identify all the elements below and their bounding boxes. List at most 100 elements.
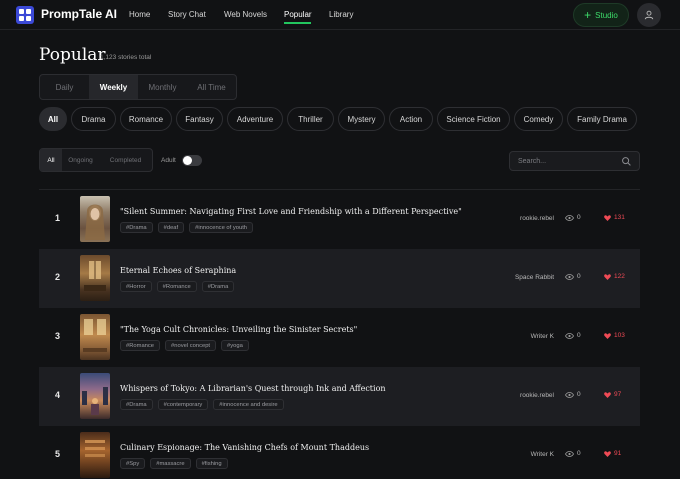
genre-chip-romance[interactable]: Romance	[120, 107, 172, 131]
period-tab-all-time[interactable]: All Time	[187, 75, 236, 99]
story-views: 0	[565, 450, 581, 457]
status-tab-ongoing[interactable]: Ongoing	[62, 149, 99, 171]
genre-chip-family-drama[interactable]: Family Drama	[567, 107, 637, 131]
story-title[interactable]: "The Yoga Cult Chronicles: Unveiling the…	[120, 325, 357, 334]
likes-count: 131	[614, 214, 625, 221]
story-author[interactable]: Writer K	[531, 333, 554, 340]
story-tag[interactable]: #Drama	[201, 281, 235, 292]
status-tab-completed[interactable]: Completed	[99, 149, 152, 171]
eye-icon	[565, 214, 574, 221]
search-icon[interactable]	[621, 156, 632, 167]
story-cover-image[interactable]	[80, 373, 110, 419]
search-input[interactable]: Search...	[509, 151, 640, 171]
story-tags: #Drama #contemporary #innocence and desi…	[120, 399, 284, 410]
genre-chip-adventure[interactable]: Adventure	[227, 107, 283, 131]
search-placeholder: Search...	[518, 158, 547, 165]
story-tag[interactable]: #Romance	[156, 281, 197, 292]
story-cover-image[interactable]	[80, 255, 110, 301]
story-tags: #Spy #massacre #fishing	[120, 458, 228, 469]
story-rank: 2	[55, 272, 61, 282]
story-title[interactable]: "Silent Summer: Navigating First Love an…	[120, 207, 462, 216]
nav-web-novels[interactable]: Web Novels	[224, 10, 267, 19]
period-tab-weekly[interactable]: Weekly	[89, 75, 138, 99]
eye-icon	[565, 450, 574, 457]
story-rank: 1	[55, 213, 61, 223]
nav-popular[interactable]: Popular	[284, 10, 312, 19]
story-cover-image[interactable]	[80, 314, 110, 360]
likes-count: 91	[614, 450, 622, 457]
status-tab-all[interactable]: All	[40, 149, 62, 171]
genre-chip-thriller[interactable]: Thriller	[287, 107, 334, 131]
story-likes: 122	[604, 273, 625, 280]
story-views: 0	[565, 332, 581, 339]
story-tag[interactable]: #Spy	[120, 458, 146, 469]
story-rank: 5	[55, 449, 61, 459]
eye-icon	[565, 391, 574, 398]
story-row[interactable]: 3 "The Yoga Cult Chronicles: Unveiling t…	[39, 308, 640, 367]
heart-icon	[604, 391, 611, 398]
views-count: 0	[577, 214, 581, 221]
views-count: 0	[577, 273, 581, 280]
page-title: Popular	[39, 45, 106, 65]
views-count: 0	[577, 391, 581, 398]
active-nav-indicator	[284, 22, 311, 24]
story-tag[interactable]: #Horror	[120, 281, 152, 292]
story-rank: 4	[55, 390, 61, 400]
genre-chip-drama[interactable]: Drama	[71, 107, 116, 131]
heart-icon	[604, 214, 611, 221]
story-row[interactable]: 4 Whispers of Tokyo: A Librarian's Quest…	[39, 367, 640, 426]
story-cover-image[interactable]	[80, 196, 110, 242]
story-tag[interactable]: #Drama	[120, 222, 153, 233]
story-title[interactable]: Eternal Echoes of Seraphina	[120, 266, 236, 275]
promptale-logo-icon[interactable]	[16, 6, 34, 24]
studio-button[interactable]: + Studio	[573, 3, 629, 27]
likes-count: 97	[614, 391, 622, 398]
story-tag[interactable]: #Drama	[120, 399, 153, 410]
eye-icon	[565, 273, 574, 280]
genre-chip-mystery[interactable]: Mystery	[338, 107, 385, 131]
story-author[interactable]: rookie.rebel	[520, 215, 554, 222]
story-title[interactable]: Culinary Espionage: The Vanishing Chefs …	[120, 443, 369, 452]
period-tab-monthly[interactable]: Monthly	[138, 75, 187, 99]
genre-chip-action[interactable]: Action	[389, 107, 433, 131]
story-author[interactable]: rookie.rebel	[520, 392, 554, 399]
top-navigation-bar: PrompTale AI Home Story Chat Web Novels …	[0, 0, 680, 30]
story-tag[interactable]: #deaf	[157, 222, 185, 233]
story-row[interactable]: 1 "Silent Summer: Navigating First Love …	[39, 190, 640, 249]
genre-chip-science-fiction[interactable]: Science Fiction	[437, 107, 510, 131]
story-likes: 103	[604, 332, 625, 339]
period-tab-daily[interactable]: Daily	[40, 75, 89, 99]
brand-name[interactable]: PrompTale AI	[41, 7, 117, 21]
genre-chip-all[interactable]: All	[39, 107, 67, 131]
story-tag[interactable]: #massacre	[150, 458, 191, 469]
story-tags: #Horror #Romance #Drama	[120, 281, 235, 292]
story-tag[interactable]: #novel concept	[165, 340, 217, 351]
story-author[interactable]: Space Rabbit	[515, 274, 554, 281]
story-tag[interactable]: #innocence and desire	[213, 399, 284, 410]
story-tag[interactable]: #Romance	[120, 340, 161, 351]
story-title[interactable]: Whispers of Tokyo: A Librarian's Quest t…	[120, 384, 386, 393]
story-author[interactable]: Writer K	[531, 451, 554, 458]
user-avatar-button[interactable]	[637, 3, 661, 27]
story-tag[interactable]: #fishing	[195, 458, 228, 469]
story-tags: #Drama #deaf #innocence of youth	[120, 222, 254, 233]
story-row[interactable]: 5 Culinary Espionage: The Vanishing Chef…	[39, 426, 640, 479]
genre-chip-fantasy[interactable]: Fantasy	[176, 107, 223, 131]
plus-icon: +	[584, 8, 592, 22]
nav-story-chat[interactable]: Story Chat	[168, 10, 206, 19]
story-tag[interactable]: #contemporary	[157, 399, 209, 410]
views-count: 0	[577, 332, 581, 339]
adult-content-toggle[interactable]	[182, 155, 202, 166]
likes-count: 122	[614, 273, 625, 280]
nav-library[interactable]: Library	[329, 10, 353, 19]
genre-chip-comedy[interactable]: Comedy	[514, 107, 563, 131]
story-row[interactable]: 2 Eternal Echoes of Seraphina #Horror #R…	[39, 249, 640, 308]
story-cover-image[interactable]	[80, 432, 110, 478]
story-tag[interactable]: #innocence of youth	[189, 222, 254, 233]
status-filter-tabs: All Ongoing Completed	[39, 148, 153, 172]
nav-home[interactable]: Home	[129, 10, 150, 19]
heart-icon	[604, 450, 611, 457]
story-rank: 3	[55, 331, 61, 341]
story-likes: 91	[604, 450, 621, 457]
story-tag[interactable]: #yoga	[221, 340, 249, 351]
